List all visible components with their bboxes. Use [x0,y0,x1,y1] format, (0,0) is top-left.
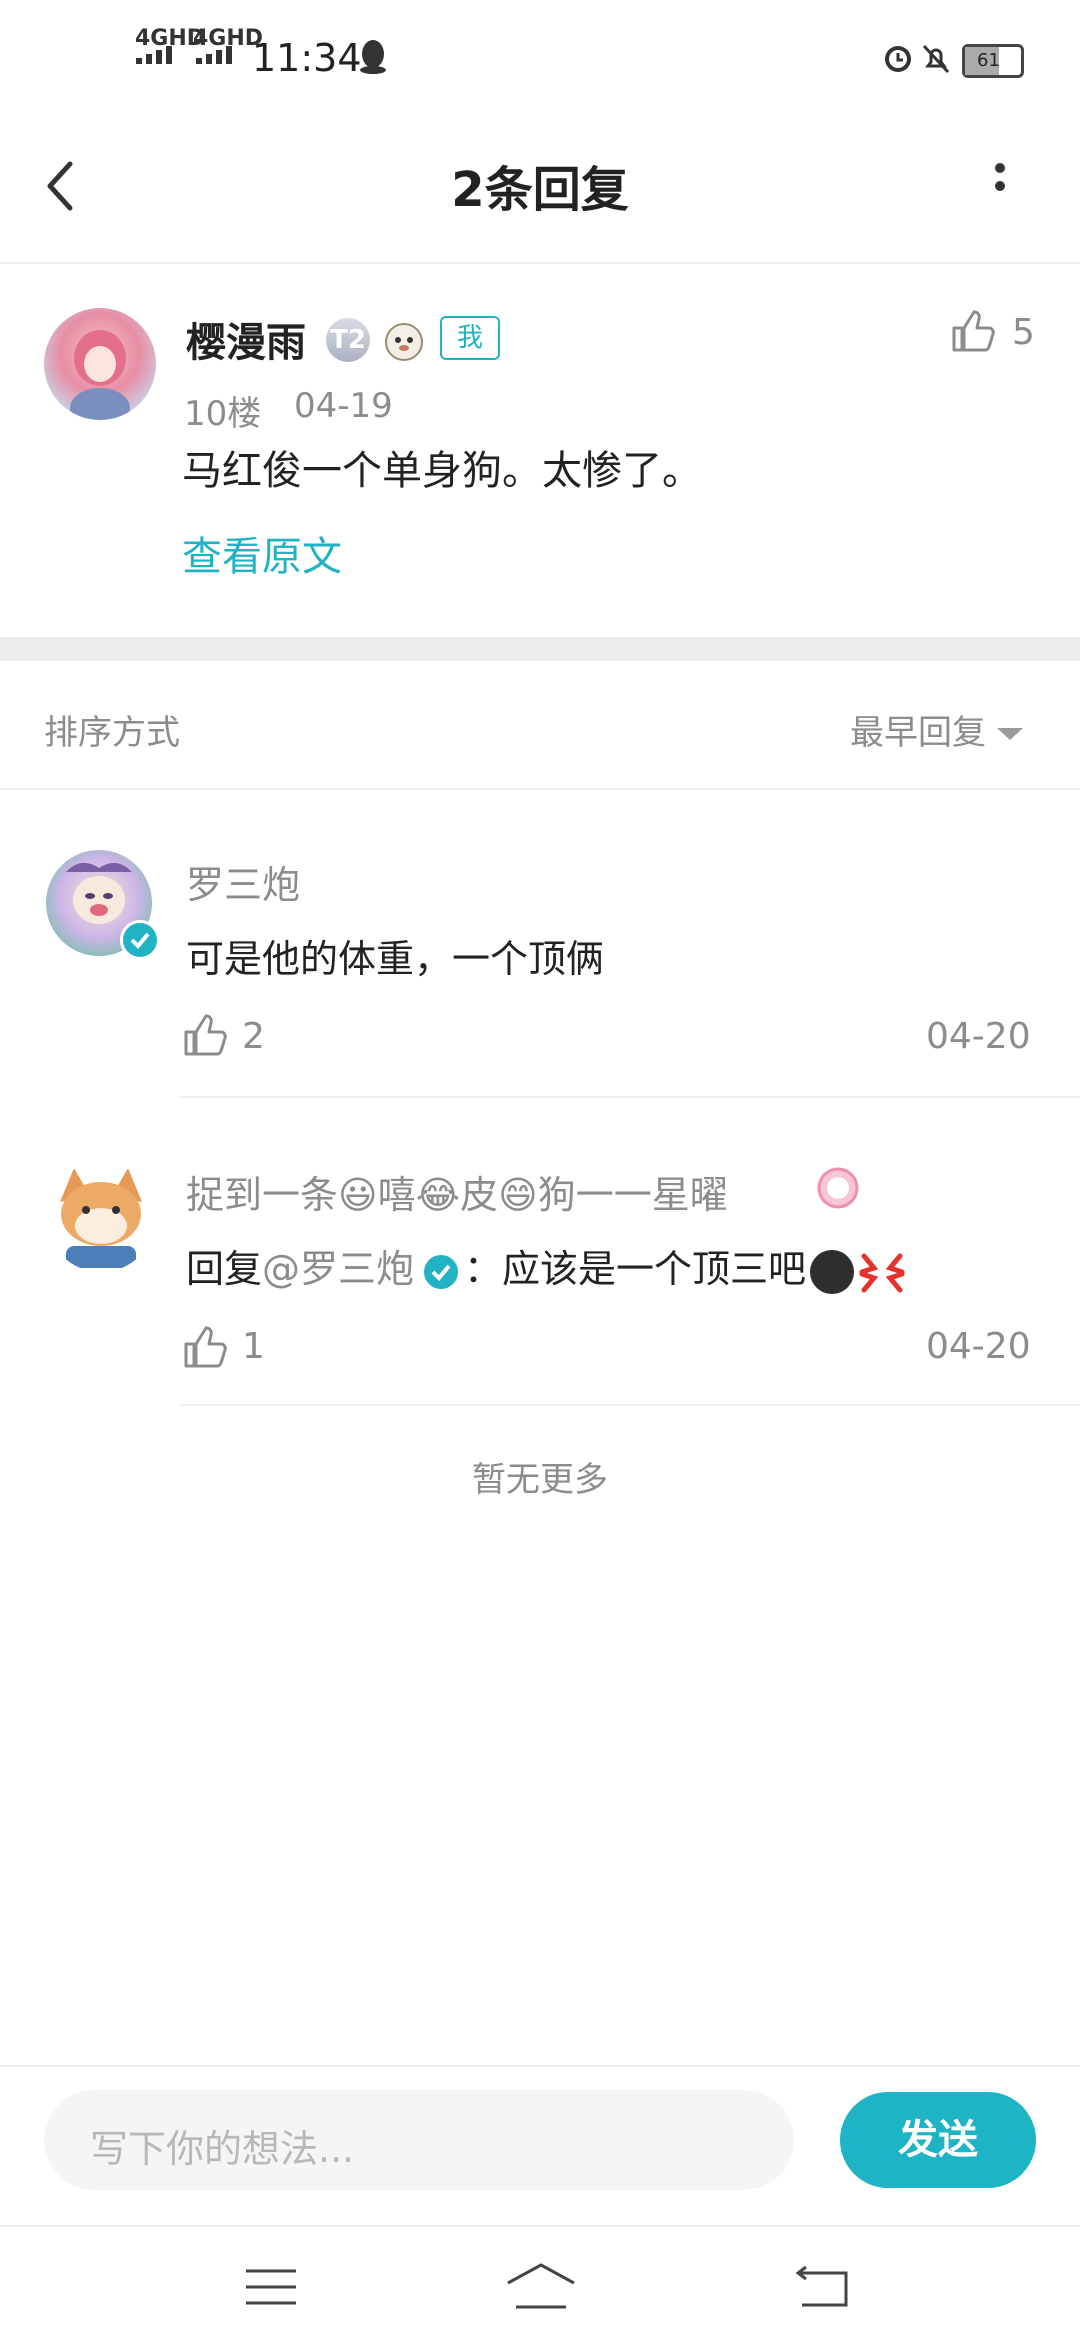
thumbs-up-icon[interactable] [182,1324,228,1370]
view-original-link[interactable]: 查看原文 [182,524,342,582]
anger-emoji-icon [859,1253,905,1292]
reply-item: 罗三炮 可是他的体重，一个顶俩 2 04-20 [0,790,1080,1098]
mention-link[interactable]: @罗三炮 [262,1247,414,1291]
level-badge: T2 [326,318,370,362]
reply-content: 可是他的体重，一个顶俩 [186,937,605,981]
comment-input-placeholder: 写下你的想法... [90,2127,355,2171]
post-date: 04-19 [294,386,393,426]
alarm-icon [885,46,911,72]
section-divider [0,637,1080,661]
username-part: 捉到一条 [186,1173,339,1217]
dog-badge-icon [385,323,423,361]
page-title: 2条回复 [451,162,629,218]
reply-username[interactable]: 捉到一条😃嘻😂皮😄狗一一星曜 [186,1164,728,1219]
status-bar: 4GHD 4GHD 11:34 61 [0,0,1080,120]
home-icon[interactable] [506,2261,576,2313]
username-part: 狗一一星曜 [537,1173,728,1217]
username[interactable]: 樱漫雨 [186,310,306,368]
divider [180,1404,1080,1406]
back-nav-icon[interactable] [796,2263,856,2313]
menu-icon[interactable] [244,2267,300,2311]
level-5-badge-icon [817,1167,859,1209]
signal-icon [196,46,232,64]
laughing-emoji: 😂 [415,1173,461,1217]
caret-down-icon [997,728,1024,740]
thumbs-up-icon[interactable] [182,1012,228,1058]
reply-item: 捉到一条😃嘻😂皮😄狗一一星曜 回复@罗三炮 ：应该是一个顶三吧 1 04-20 [0,1098,1080,1406]
sort-bar: 排序方式 最早回复 [0,661,1080,790]
floor-number: 10楼 [184,394,262,434]
me-badge: 我 [440,316,500,360]
comment-input[interactable]: 写下你的想法... [44,2090,794,2190]
reply-date: 04-20 [926,1326,1031,1367]
sort-value: 最早回复 [850,713,986,753]
verified-icon [120,920,160,960]
mute-icon [922,44,950,74]
reply-username[interactable]: 罗三炮 [186,854,300,909]
dark-face-emoji-icon [810,1249,855,1294]
original-post: 樱漫雨 T2 我 10楼 04-19 马红俊一个单身狗。太惨了。 查看原文 5 [0,262,1080,637]
battery-icon: 61 [962,44,1024,78]
reply-text: ：应该是一个顶三吧 [464,1247,807,1291]
send-button[interactable]: 发送 [840,2092,1036,2188]
level-badge-text: T2 [330,325,366,355]
reply-content: 回复@罗三炮 ：应该是一个顶三吧 [186,1238,906,1294]
sort-dropdown[interactable]: 最早回复 [850,705,1024,754]
like-count: 2 [242,1016,265,1057]
avatar[interactable] [46,1162,156,1272]
grinning-emoji: 😃 [338,1173,378,1217]
no-more-text: 暂无更多 [472,1460,608,1500]
verified-icon [424,1254,459,1289]
signal-icon [136,46,172,64]
reply-prefix: 回复 [186,1247,263,1291]
post-content: 马红俊一个单身狗。太惨了。 [182,448,702,494]
thumbs-up-icon[interactable] [950,308,996,354]
avatar[interactable] [44,308,156,420]
clock: 11:34 [252,36,362,80]
more-vertical-icon[interactable] [985,158,1015,218]
username-part: 皮 [460,1173,499,1217]
smile-emoji: 😄 [498,1173,538,1217]
top-bar: 2条回复 [0,120,1080,264]
like-count: 1 [242,1326,265,1367]
avatar-illustration [60,1168,142,1268]
battery-level: 61 [977,50,1000,71]
system-nav-bar [0,2225,1080,2342]
qq-icon [360,40,386,74]
like-count: 5 [1012,312,1035,353]
avatar-illustration [70,330,130,420]
username-part: 嘻 [377,1173,416,1217]
reply-date: 04-20 [926,1016,1031,1057]
sort-label: 排序方式 [44,713,180,753]
